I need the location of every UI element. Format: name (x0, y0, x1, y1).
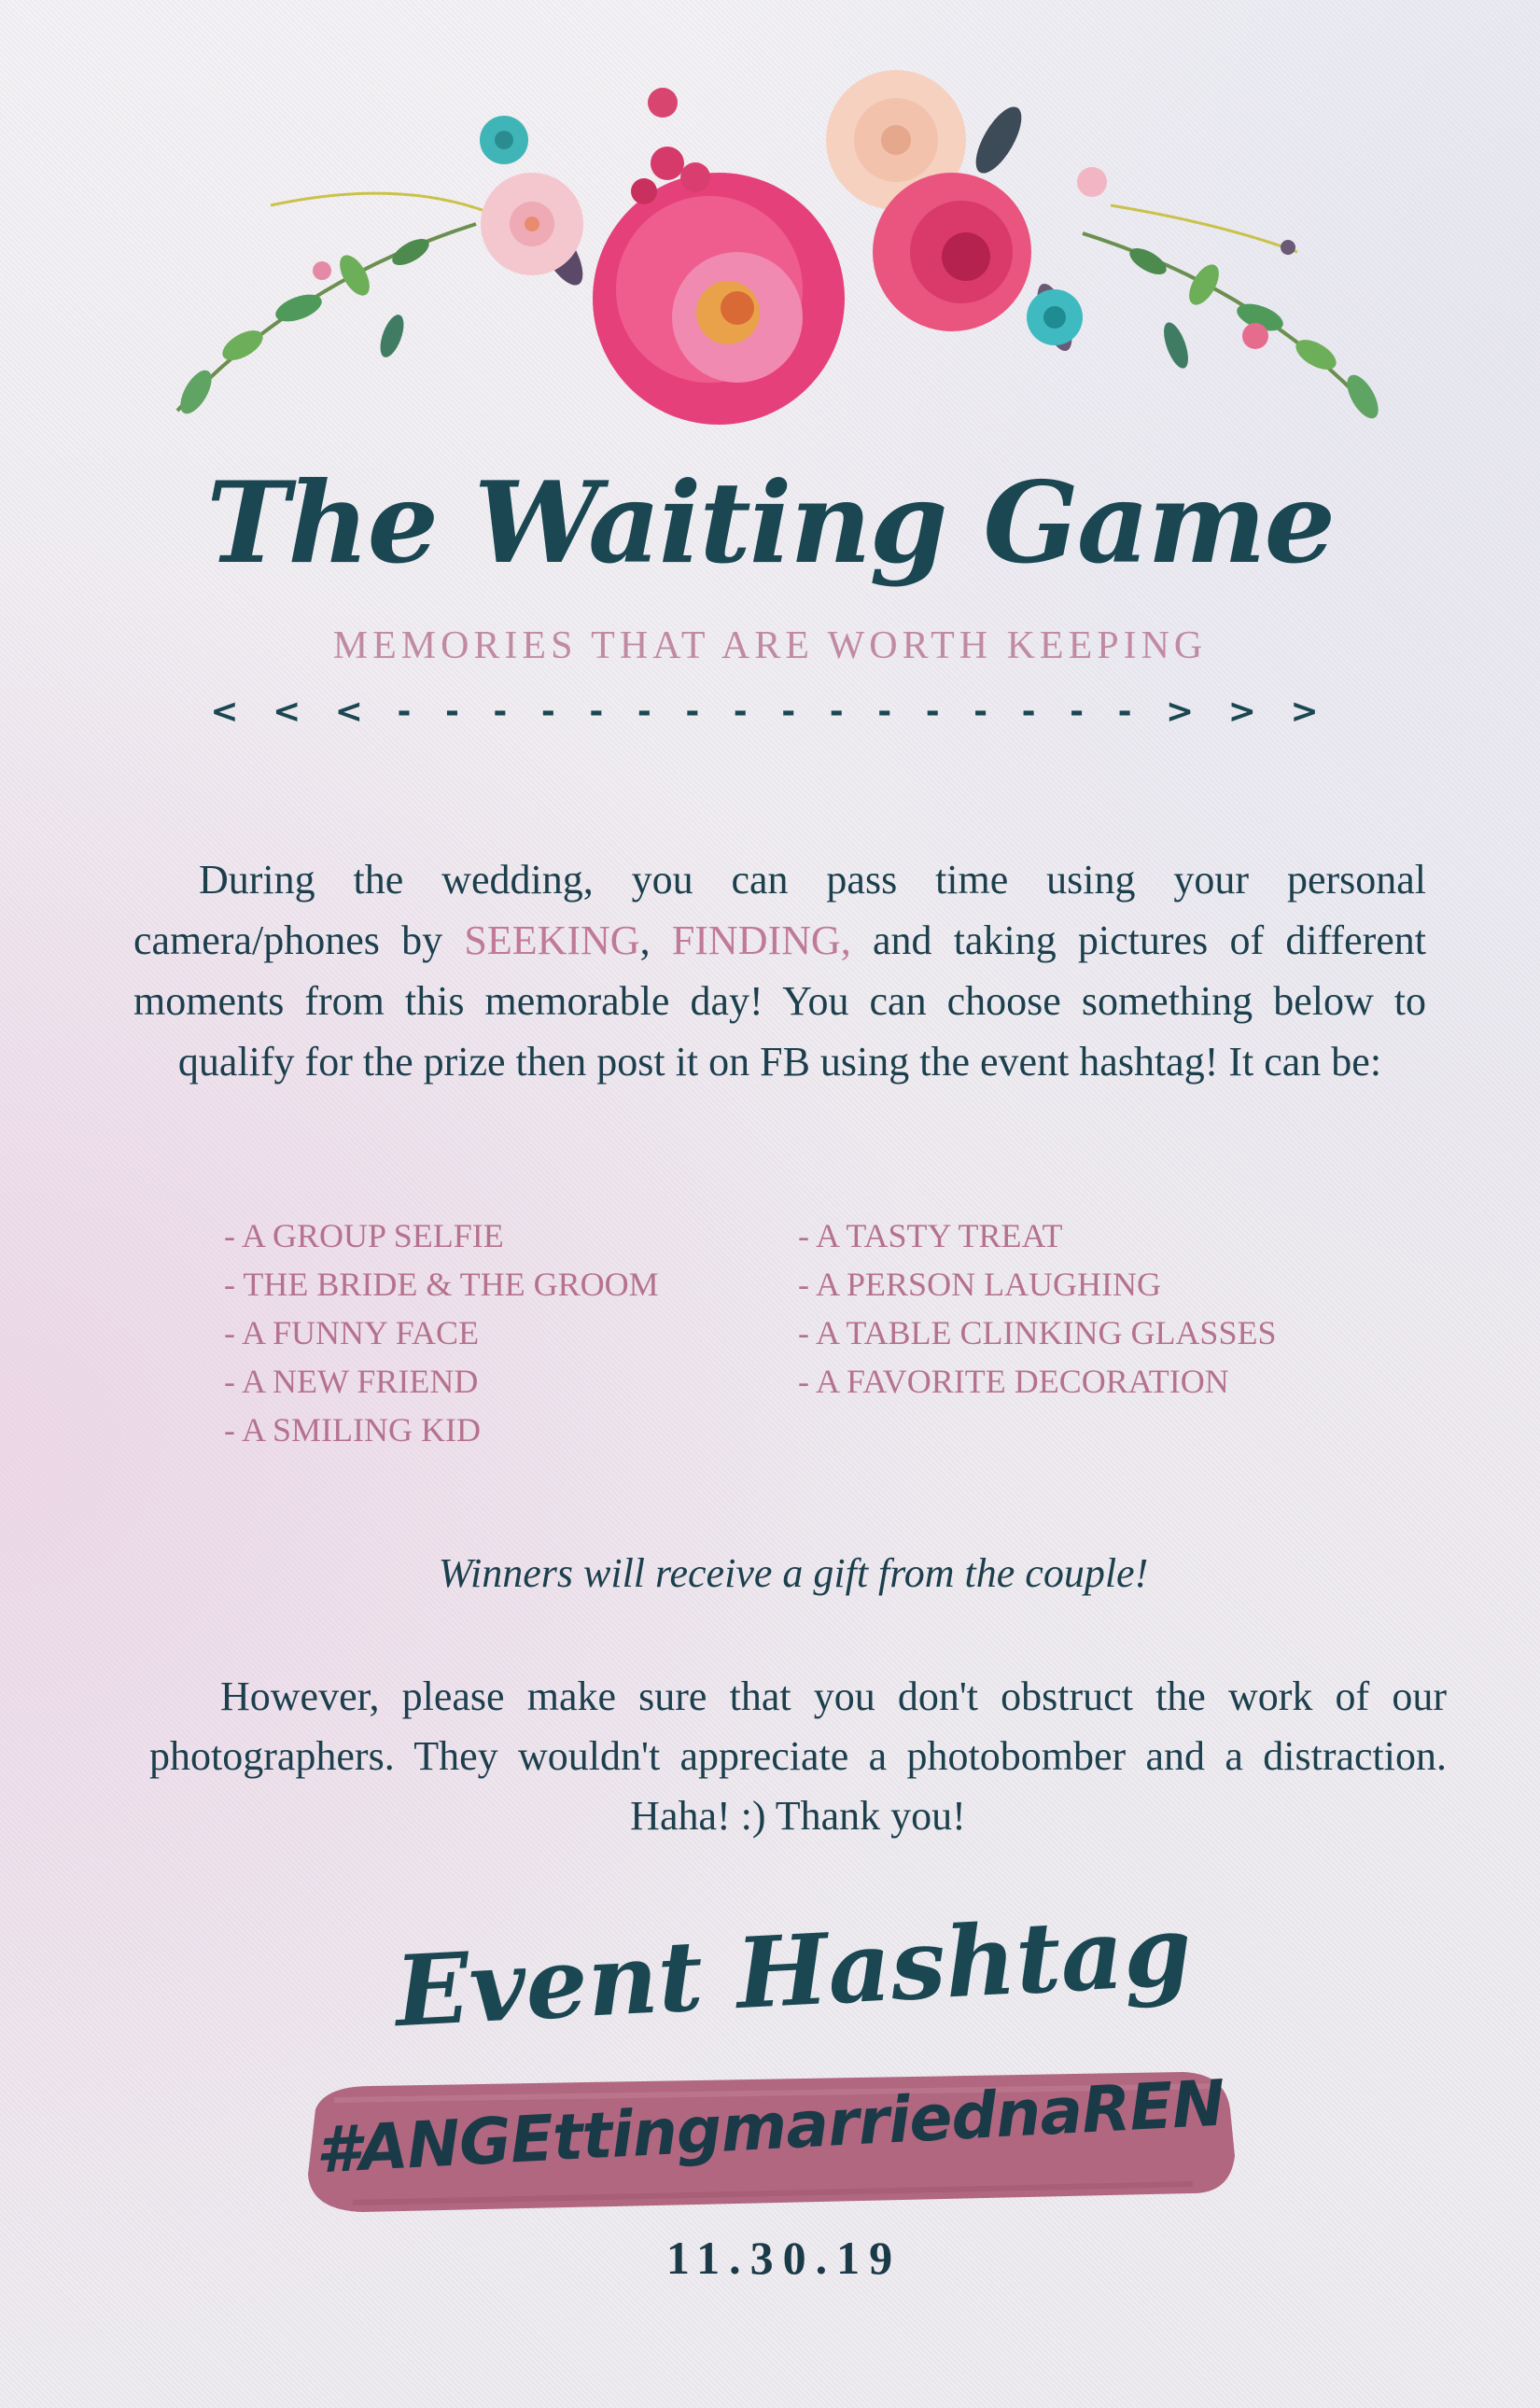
list-item: A FUNNY FACE (224, 1309, 659, 1357)
list-item: A FAVORITE DECORATION (798, 1357, 1277, 1406)
arrow-divider: < < < - - - - - - - - - - - - - - - - > … (210, 693, 1330, 731)
list-item: A TASTY TREAT (798, 1211, 1277, 1260)
list-item: THE BRIDE & THE GROOM (224, 1260, 658, 1309)
intro-paragraph: During the wedding, you can pass time us… (133, 849, 1426, 1092)
intro-finding: FINDING, (671, 917, 851, 963)
page-subtitle: MEMORIES THAT ARE WORTH KEEPING (332, 624, 1208, 667)
intro-seeking: SEEKING (464, 917, 640, 963)
however-paragraph: However, please make sure that you don't… (149, 1673, 1447, 1839)
photo-list-left: A GROUP SELFIE THE BRIDE & THE GROOM A F… (224, 1211, 659, 1454)
winners-note: Winners will receive a gift from the cou… (438, 1550, 1149, 1596)
list-item: A GROUP SELFIE (224, 1211, 659, 1260)
event-date: 11.30.19 (665, 2232, 903, 2284)
photo-list-right: A TASTY TREAT A PERSON LAUGHING A TABLE … (798, 1211, 1277, 1406)
page-title: The Waiting Game (206, 457, 1336, 589)
list-item: A PERSON LAUGHING (798, 1260, 1277, 1309)
intro-comma: , (639, 917, 672, 963)
list-item: A SMILING KID (224, 1406, 659, 1454)
list-item: A NEW FRIEND (224, 1357, 659, 1406)
floral-arrangement-icon (175, 70, 1379, 425)
list-item: A TABLE CLINKING GLASSES (798, 1309, 1276, 1357)
